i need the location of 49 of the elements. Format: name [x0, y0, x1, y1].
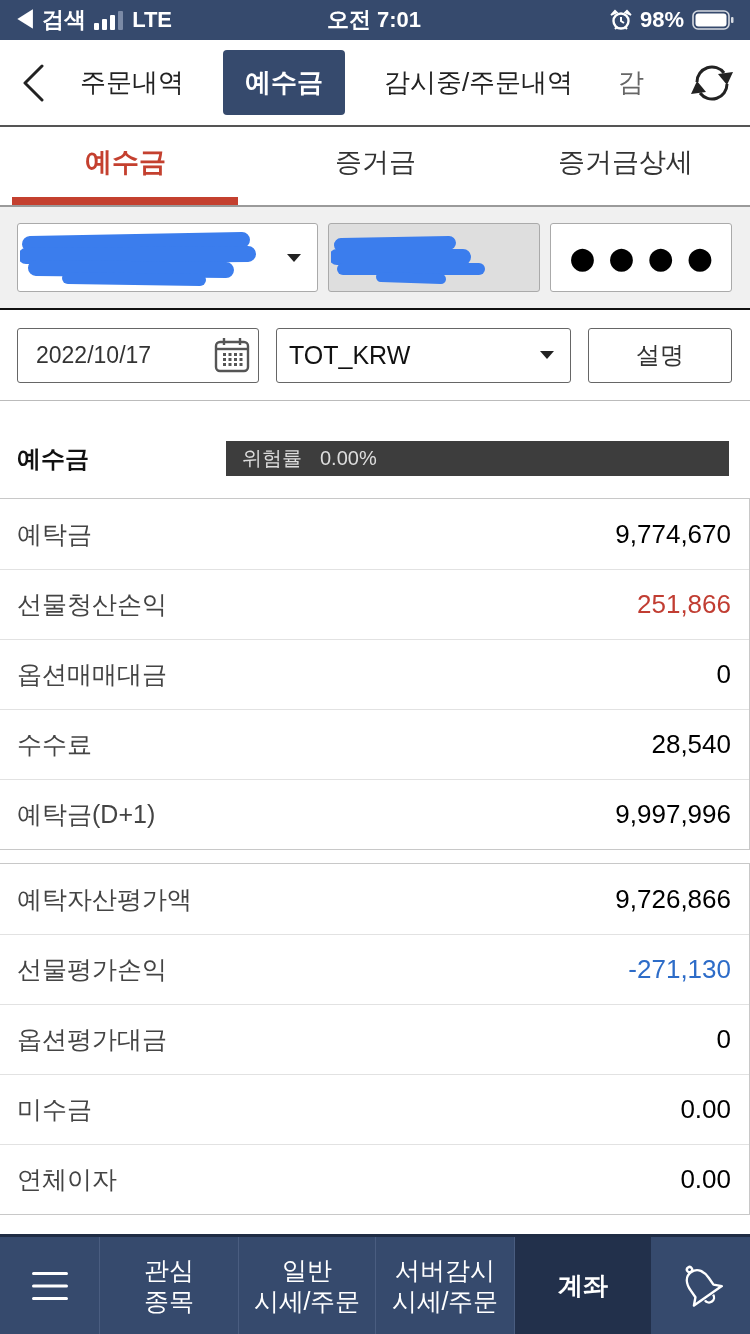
menu-tab[interactable]: 감시중/주문내역	[362, 50, 596, 115]
password-field[interactable]: ●●●●	[550, 223, 732, 292]
row-value: 0	[716, 659, 731, 690]
risk-rate-value: 0.00%	[320, 447, 377, 470]
row-label: 옵션평가대금	[17, 1024, 167, 1055]
nav-tab[interactable]: 일반 시세/주문	[238, 1237, 375, 1334]
row-value: 0	[716, 1024, 731, 1055]
row-label: 예탁금	[17, 518, 92, 550]
menu-tab[interactable]: 감	[612, 50, 651, 115]
row-value: 251,866	[637, 589, 731, 620]
battery-icon	[692, 10, 734, 30]
chevron-left-icon	[22, 63, 44, 102]
alarm-clock-icon	[609, 9, 632, 31]
help-button[interactable]: 설명	[588, 327, 732, 383]
sub-tab[interactable]: 증거금	[262, 127, 488, 205]
menu-icon	[31, 1271, 68, 1300]
back-to-search-link[interactable]: ◀ 검색	[14, 9, 87, 31]
row-label: 예탁자산평가액	[17, 883, 192, 915]
row-value: 9,997,996	[615, 799, 731, 830]
row-value: 28,540	[651, 729, 731, 760]
caret-down-icon	[540, 351, 554, 359]
signal-icon	[94, 10, 125, 30]
row-label: 옵션매매대금	[17, 659, 167, 690]
battery-percent: 98%	[639, 9, 684, 31]
row-value: -271,130	[628, 954, 731, 985]
account-select[interactable]	[17, 223, 318, 292]
row-label: 연체이자	[17, 1164, 117, 1195]
date-field[interactable]: 2022/10/17	[17, 327, 259, 383]
nav-tab[interactable]: 관심 종목	[99, 1237, 238, 1334]
row-value: 0.00	[680, 1164, 731, 1195]
caret-down-icon	[287, 253, 301, 262]
currency-select[interactable]: TOT_KRW	[276, 327, 571, 383]
row-label: 선물청산손익	[17, 589, 167, 620]
row-value: 0.00	[680, 1094, 731, 1125]
sub-tab[interactable]: 증거금상세	[512, 127, 738, 205]
menu-tab[interactable]: 예수금	[223, 50, 345, 115]
section-title: 예수금	[17, 443, 90, 474]
row-value: 9,726,866	[615, 883, 731, 915]
row-label: 예탁금(D+1)	[17, 799, 156, 830]
status-time: 오전 7:01	[326, 9, 422, 31]
row-label: 미수금	[17, 1094, 92, 1125]
calendar-icon	[214, 337, 250, 373]
row-label: 선물평가손익	[17, 954, 167, 985]
nav-tab[interactable]: 계좌	[514, 1237, 651, 1334]
row-label: 수수료	[17, 729, 92, 760]
network-type: LTE	[132, 9, 173, 31]
risk-rate-label: 위험률	[242, 446, 302, 471]
row-value: 9,774,670	[615, 518, 731, 550]
menu-tab[interactable]: 주문내역	[58, 50, 206, 115]
